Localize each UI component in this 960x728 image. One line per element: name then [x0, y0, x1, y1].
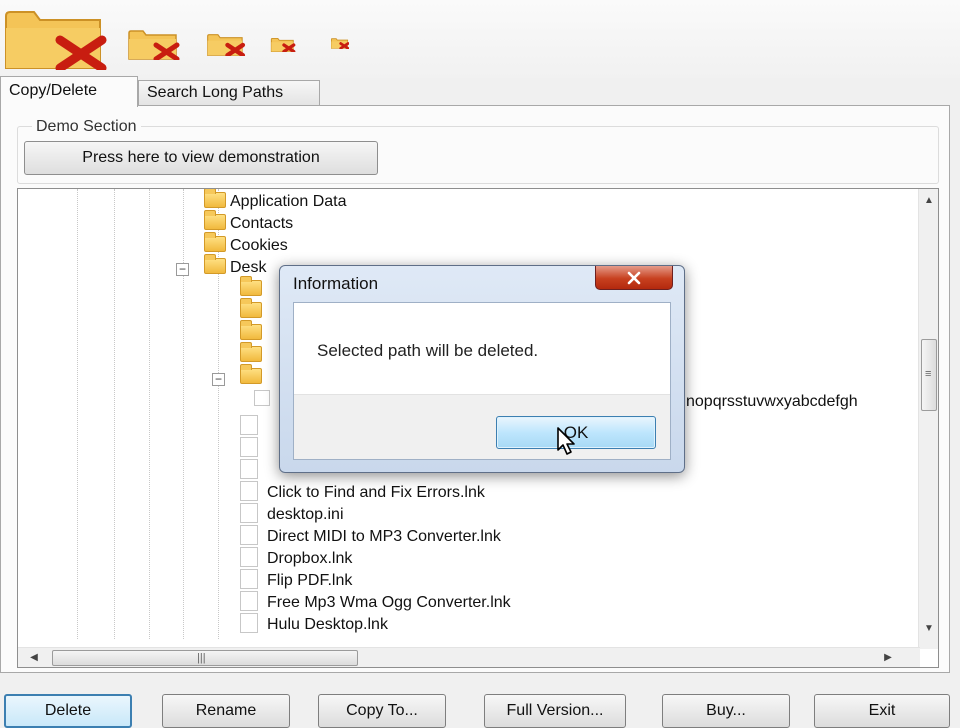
bottom-button-bar: Delete Rename Copy To... Full Version...…: [0, 690, 960, 728]
tree-item-label: Hulu Desktop.lnk: [267, 616, 388, 633]
tree-item-file[interactable]: [254, 389, 276, 411]
long-path-label: nopqrsstuvwxyabcdefgh: [686, 393, 858, 410]
tab-strip: Copy/Delete Search Long Paths: [0, 76, 960, 107]
grip-icon: ≡: [925, 368, 932, 380]
file-icon: [254, 390, 270, 406]
scroll-right-icon[interactable]: ▶: [880, 650, 896, 666]
information-dialog: Information Selected path will be delete…: [279, 265, 685, 473]
tree-guide-line: [183, 189, 184, 639]
tree-item-file[interactable]: Direct MIDI to MP3 Converter.lnk: [240, 525, 501, 547]
collapse-toggle-icon[interactable]: −: [176, 263, 189, 276]
horizontal-scrollbar[interactable]: ◀ ||| ▶: [18, 647, 920, 667]
tree-item-folder[interactable]: Cookies: [204, 232, 288, 257]
tree-item-label: Dropbox.lnk: [267, 550, 353, 567]
file-icon: [240, 415, 258, 435]
view-demonstration-button[interactable]: Press here to view demonstration: [24, 141, 378, 175]
file-icon: [240, 569, 258, 589]
tree-guide-line: [77, 189, 78, 639]
tree-item-folder[interactable]: [240, 364, 266, 389]
tree-item-file[interactable]: [240, 459, 267, 481]
dialog-title: Information: [293, 274, 379, 293]
tab-copy-delete[interactable]: Copy/Delete: [0, 76, 138, 107]
folder-delete-icon: [331, 38, 349, 49]
tree-item-file[interactable]: Dropbox.lnk: [240, 547, 352, 569]
tree-item-file[interactable]: Free Mp3 Wma Ogg Converter.lnk: [240, 591, 511, 613]
tree-guide-line: [114, 189, 115, 639]
vertical-scroll-thumb[interactable]: ≡: [921, 339, 937, 411]
file-icon: [240, 437, 258, 457]
vertical-scrollbar[interactable]: ▲ ≡ ▼: [918, 189, 938, 649]
tree-item-label: Desk: [230, 259, 267, 276]
tree-item-file[interactable]: Click to Find and Fix Errors.lnk: [240, 481, 485, 503]
copy-to-button[interactable]: Copy To...: [318, 694, 446, 728]
scroll-up-icon[interactable]: ▲: [921, 193, 937, 209]
tree-item-label: Flip PDF.lnk: [267, 572, 353, 589]
tree-item-label: Direct MIDI to MP3 Converter.lnk: [267, 528, 501, 545]
dialog-body: Selected path will be deleted. OK: [293, 302, 671, 460]
tree-item-folder[interactable]: Contacts: [204, 210, 294, 235]
delete-button[interactable]: Delete: [4, 694, 132, 728]
folder-icon: [240, 276, 262, 296]
file-icon: [240, 481, 258, 501]
tree-item-file[interactable]: [240, 415, 267, 437]
tree-item-label: Free Mp3 Wma Ogg Converter.lnk: [267, 594, 511, 611]
folder-icon: [240, 320, 262, 340]
tree-item-label: Click to Find and Fix Errors.lnk: [267, 484, 485, 501]
dialog-message-area: Selected path will be deleted.: [294, 303, 670, 395]
folder-delete-icon: [5, 11, 107, 70]
tree-item-file[interactable]: desktop.ini: [240, 503, 344, 525]
tree-item-file[interactable]: [240, 437, 267, 459]
tree-item-file[interactable]: Flip PDF.lnk: [240, 569, 352, 591]
rename-button[interactable]: Rename: [162, 694, 290, 728]
file-icon: [240, 591, 258, 611]
folder-icon: [204, 210, 226, 230]
collapse-toggle-icon[interactable]: −: [212, 373, 225, 386]
close-icon: [627, 271, 641, 284]
close-button[interactable]: [595, 266, 673, 290]
folder-icon: [204, 189, 226, 208]
folder-icon: [240, 342, 262, 362]
folder-delete-icon: [207, 34, 246, 56]
scroll-left-icon[interactable]: ◀: [26, 650, 42, 666]
file-icon: [240, 547, 258, 567]
folder-delete-icon: [270, 38, 296, 52]
folder-delete-icon: [128, 30, 180, 60]
dialog-message: Selected path will be deleted.: [317, 341, 539, 360]
folder-icon: [204, 232, 226, 252]
tree-guide-line: [149, 189, 150, 639]
grip-icon: |||: [197, 652, 206, 664]
buy-button[interactable]: Buy...: [662, 694, 790, 728]
tree-item-label: Cookies: [230, 237, 288, 254]
folder-icon: [240, 298, 262, 318]
tree-item-folder[interactable]: Desk: [204, 254, 267, 279]
tree-item-file[interactable]: Hulu Desktop.lnk: [240, 613, 388, 635]
full-version-button[interactable]: Full Version...: [484, 694, 626, 728]
folder-icon: [204, 254, 226, 274]
logo-strip: [0, 0, 960, 78]
open-folder-icon: [240, 364, 262, 384]
file-icon: [240, 525, 258, 545]
file-icon: [240, 503, 258, 523]
tree-item-label: desktop.ini: [267, 506, 344, 523]
scroll-down-icon[interactable]: ▼: [921, 621, 937, 637]
file-icon: [240, 613, 258, 633]
tree-item-label: Application Data: [230, 193, 347, 210]
demo-section-title: Demo Section: [32, 118, 141, 136]
mouse-pointer-icon: [557, 427, 575, 455]
tab-search-long-paths[interactable]: Search Long Paths: [138, 80, 320, 106]
tree-item-folder[interactable]: Application Data: [204, 189, 347, 213]
horizontal-scroll-thumb[interactable]: |||: [52, 650, 358, 666]
file-icon: [240, 459, 258, 479]
demo-section: Demo Section Press here to view demonstr…: [17, 118, 939, 184]
exit-button[interactable]: Exit: [814, 694, 950, 728]
tree-item-label: Contacts: [230, 215, 294, 232]
